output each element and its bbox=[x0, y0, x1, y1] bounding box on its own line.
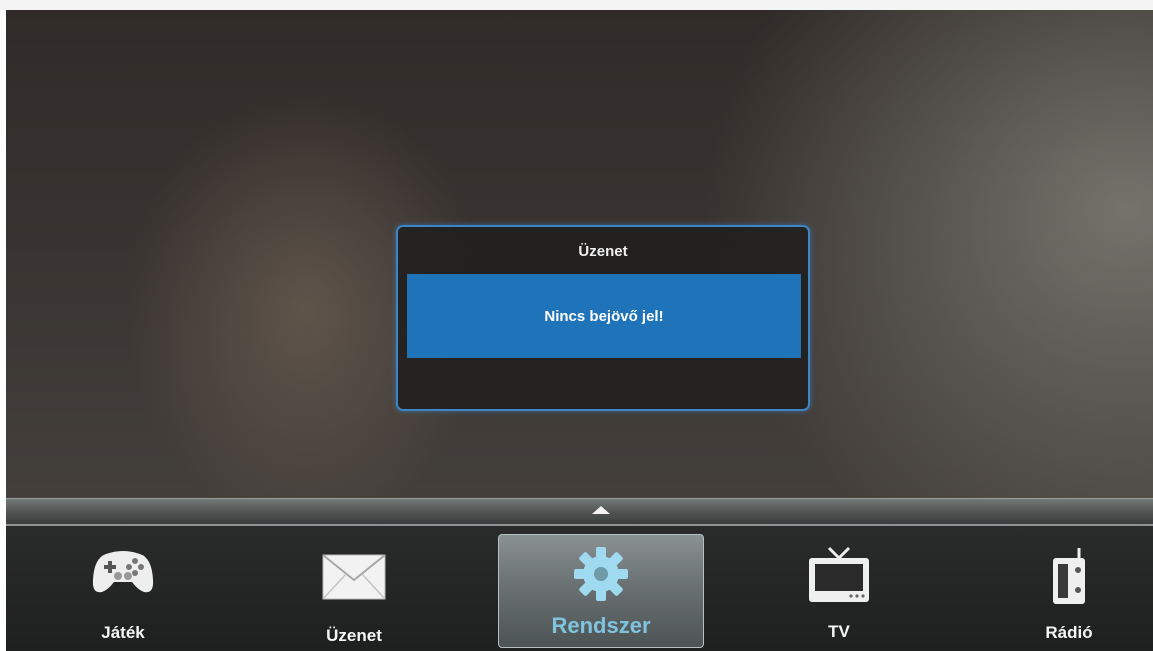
menu-item-rendszer[interactable]: Rendszer bbox=[498, 534, 704, 648]
menu-item-uzenet[interactable]: Üzenet bbox=[251, 526, 457, 651]
dialog-message: Nincs bejövő jel! bbox=[544, 307, 664, 325]
gear-icon bbox=[572, 545, 630, 608]
tv-icon bbox=[807, 546, 871, 609]
menu-item-jatek[interactable]: Játék bbox=[20, 526, 226, 651]
dialog-title: Üzenet bbox=[578, 243, 628, 260]
top-strip bbox=[0, 0, 1153, 10]
tv-screen: Üzenet Nincs bejövő jel! Játék Üzenet Re… bbox=[6, 10, 1153, 651]
menu-item-radio[interactable]: Rádió bbox=[966, 526, 1153, 651]
menu-label-jatek: Játék bbox=[101, 623, 145, 642]
menu-label-rendszer: Rendszer bbox=[551, 613, 651, 638]
radio-icon bbox=[1049, 546, 1089, 611]
menu-rail bbox=[6, 498, 1153, 524]
menu-label-uzenet: Üzenet bbox=[326, 626, 382, 645]
up-arrow-icon bbox=[592, 506, 610, 514]
menu-label-radio: Rádió bbox=[1045, 623, 1093, 642]
bottom-menu: Játék Üzenet Rendszer TV Rádió bbox=[6, 526, 1153, 651]
dialog-message-box[interactable]: Nincs bejövő jel! bbox=[407, 274, 801, 358]
menu-label-tv: TV bbox=[828, 622, 850, 641]
menu-item-tv[interactable]: TV bbox=[736, 526, 942, 651]
envelope-icon bbox=[322, 554, 386, 605]
message-dialog: Üzenet Nincs bejövő jel! bbox=[396, 225, 810, 411]
gamepad-icon bbox=[92, 548, 154, 601]
